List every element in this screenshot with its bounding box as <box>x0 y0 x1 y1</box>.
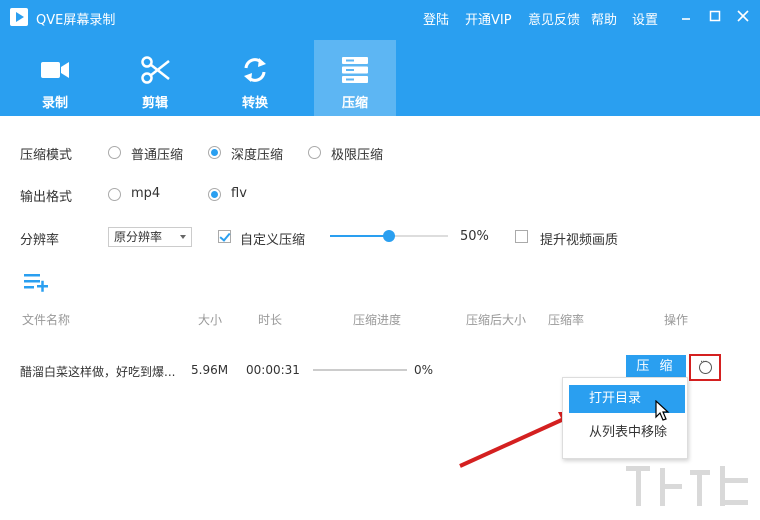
minimize-icon[interactable] <box>676 6 696 26</box>
main-toolbar: 录制 剪辑 转换 压缩 <box>0 34 760 116</box>
tab-convert[interactable]: 转换 <box>214 40 296 116</box>
row-size: 5.96M <box>191 363 229 377</box>
chevron-down-icon <box>180 235 186 239</box>
compress-icon <box>342 57 368 83</box>
radio-extreme-compress-label[interactable]: 极限压缩 <box>331 144 383 163</box>
custom-compress-label[interactable]: 自定义压缩 <box>240 229 305 248</box>
resolution-label: 分辨率 <box>20 233 60 248</box>
radio-extreme-compress[interactable] <box>308 146 321 159</box>
tab-edit-label: 剪辑 <box>141 96 168 111</box>
login-link[interactable]: 登陆 <box>423 9 449 28</box>
tab-compress[interactable]: 压缩 <box>314 40 396 116</box>
menu-item-remove-from-list[interactable]: 从列表中移除 <box>569 419 685 447</box>
radio-flv[interactable] <box>208 188 221 201</box>
help-link[interactable]: 帮助 <box>591 9 617 28</box>
output-format-label: 输出格式 <box>20 190 73 205</box>
radio-deep-compress[interactable] <box>208 146 221 159</box>
maximize-icon[interactable] <box>705 6 725 26</box>
radio-flv-label[interactable]: flv <box>231 186 247 201</box>
compress-slider-handle[interactable] <box>383 230 395 242</box>
col-header-duration: 时长 <box>258 313 283 327</box>
resolution-select[interactable]: 原分辨率 <box>108 227 192 247</box>
col-header-action: 操作 <box>664 313 689 327</box>
col-header-size: 大小 <box>198 313 223 327</box>
tab-compress-label: 压缩 <box>341 96 368 111</box>
close-icon[interactable] <box>733 6 753 26</box>
col-header-compressed-size: 压缩后大小 <box>466 313 527 327</box>
app-title: QVE屏幕录制 <box>36 13 116 28</box>
tab-record[interactable]: 录制 <box>14 40 96 116</box>
row-filename: 醋溜白菜这样做，好吃到爆... <box>20 365 176 379</box>
video-camera-icon <box>41 62 69 78</box>
app-logo-icon <box>10 8 28 26</box>
compress-button[interactable]: 压 缩 <box>626 355 686 379</box>
row-progress-bar <box>313 369 407 371</box>
radio-deep-compress-label[interactable]: 深度压缩 <box>231 144 283 163</box>
compress-slider-value: 50% <box>460 229 489 244</box>
tab-edit[interactable]: 剪辑 <box>114 40 196 116</box>
enhance-quality-label[interactable]: 提升视频画质 <box>540 229 618 248</box>
mouse-cursor-icon <box>655 400 670 421</box>
radio-mp4-label[interactable]: mp4 <box>131 186 160 201</box>
settings-link[interactable]: 设置 <box>632 9 658 28</box>
col-header-ratio: 压缩率 <box>548 313 585 327</box>
enhance-quality-checkbox[interactable] <box>515 230 528 243</box>
more-options-highlight <box>689 354 721 381</box>
scissors-icon <box>141 56 170 84</box>
convert-icon <box>244 58 266 82</box>
feedback-link[interactable]: 意见反馈 <box>528 9 580 28</box>
compress-mode-label: 压缩模式 <box>20 148 73 163</box>
col-header-progress: 压缩进度 <box>353 313 402 327</box>
radio-normal-compress[interactable] <box>108 146 121 159</box>
tab-convert-label: 转换 <box>241 96 268 111</box>
resolution-select-value: 原分辨率 <box>114 230 163 244</box>
row-progress-text: 0% <box>414 363 434 377</box>
more-options-icon[interactable] <box>699 357 712 374</box>
watermark-logo <box>626 466 748 506</box>
radio-normal-compress-label[interactable]: 普通压缩 <box>131 144 183 163</box>
vip-link[interactable]: 开通VIP <box>465 9 512 28</box>
compress-slider-fill <box>330 235 389 237</box>
title-bar: QVE屏幕录制 登陆 开通VIP 意见反馈 帮助 设置 <box>0 0 760 34</box>
row-duration: 00:00:31 <box>246 363 300 377</box>
custom-compress-checkbox[interactable] <box>218 230 231 243</box>
add-list-icon[interactable] <box>24 272 50 292</box>
radio-mp4[interactable] <box>108 188 121 201</box>
col-header-filename: 文件名称 <box>22 313 71 327</box>
tab-record-label: 录制 <box>41 96 68 111</box>
